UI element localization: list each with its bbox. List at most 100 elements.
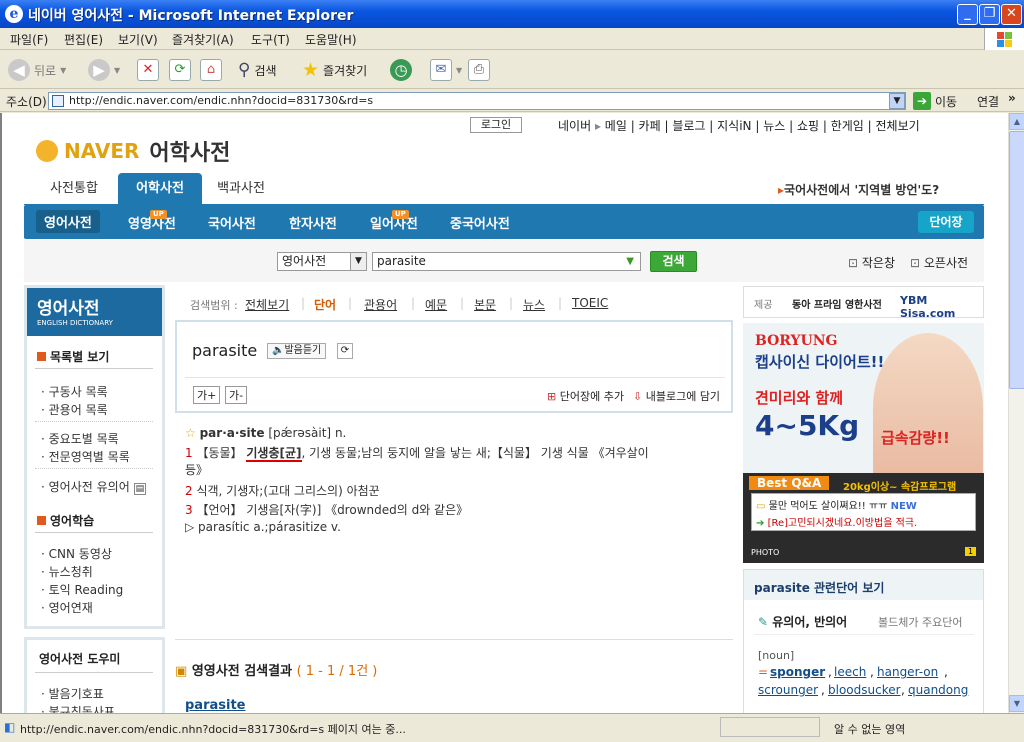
suggest-arrow-icon[interactable]: ▼ (626, 253, 634, 270)
sidebar-link-importance[interactable]: · 중요도별 목록 (41, 430, 119, 447)
synonym-icon: ✎ (758, 615, 769, 629)
range-tab-idiom[interactable]: 관용어 (364, 296, 397, 313)
sub-nav-hanja[interactable]: 한자사전 (289, 213, 337, 232)
close-button[interactable]: ✕ (1001, 4, 1022, 25)
sidebar-link-series[interactable]: · 영어연재 (41, 599, 93, 616)
add-to-wordbook-link[interactable]: ⊞ 단어장에 추가 (547, 388, 624, 404)
toolbar: ◀ 뒤로 ▼ ▶ ▼ ✕ ⟳ ⌂ ⚲ 검색 ★ 즐겨찾기 ◷ ✉ ▼ ⎙ (0, 51, 1024, 89)
menu-help[interactable]: 도움말(H) (305, 31, 357, 48)
address-dropdown-button[interactable]: ▼ (889, 93, 905, 109)
range-label: 검색범위 : (190, 299, 238, 312)
chevron-right-icon[interactable]: » (1008, 91, 1016, 105)
home-icon: ⌂ (200, 59, 222, 81)
save-to-blog-link[interactable]: ⇩ 내블로그에 담기 (633, 388, 720, 404)
forward-button[interactable]: ▶ ▼ (88, 57, 120, 83)
login-button[interactable]: 로그인 (470, 117, 522, 133)
search-submit-button[interactable]: 검색 (650, 251, 697, 272)
top-nav-blog[interactable]: 블로그 (672, 119, 705, 133)
scroll-up-icon[interactable]: ▲ (1009, 113, 1024, 130)
vertical-scrollbar[interactable]: ▲ ▼ (1008, 113, 1024, 713)
sub-nav-english[interactable]: 영어사전 (36, 210, 100, 233)
tab-integrated[interactable]: 사전통합 (38, 173, 110, 204)
related-word-scrounger[interactable]: scrounger (758, 683, 818, 697)
mail-button[interactable]: ✉ ▼ (430, 57, 462, 83)
go-arrow-icon[interactable]: ➔ (913, 92, 931, 110)
sub-nav-chinese[interactable]: 중국어사전 (450, 213, 510, 232)
range-tab-body[interactable]: 본문 (474, 296, 496, 313)
window-title: 네이버 영어사전 - Microsoft Internet Explorer (28, 8, 354, 24)
sidebar-link-irregular[interactable]: · 불규칙동사표 (41, 703, 115, 713)
go-label[interactable]: 이동 (935, 93, 957, 110)
sidebar-section-learning: 영어학습 (37, 512, 94, 529)
search-input[interactable]: parasite ▼ (372, 252, 641, 271)
print-button[interactable]: ⎙ (468, 57, 490, 83)
wordbook-button[interactable]: 단어장 (918, 211, 974, 233)
refresh-button[interactable]: ⟳ (169, 57, 191, 83)
related-word-hanger-on[interactable]: hanger-on (877, 665, 938, 679)
restore-button[interactable]: ❐ (979, 4, 1000, 25)
ee-result-word[interactable]: parasite (185, 698, 246, 713)
sidebar-link-news-listening[interactable]: · 뉴스청취 (41, 563, 93, 580)
font-size-up-button[interactable]: 가+ (193, 386, 221, 404)
definition-3: 3 【언어】 기생음[자(字)] 《drownded의 d와 같은》 (185, 503, 469, 517)
back-button[interactable]: ◀ 뒤로 ▼ (8, 57, 66, 83)
top-nav-kin[interactable]: 지식iN (717, 119, 751, 133)
font-size-down-button[interactable]: 가- (225, 386, 248, 404)
related-word-sponger[interactable]: sponger (770, 665, 825, 679)
address-input[interactable]: http://endic.naver.com/endic.nhn?docid=8… (48, 92, 906, 110)
range-tab-news[interactable]: 뉴스 (523, 296, 545, 313)
provider-donga[interactable]: 동아 프라임 영한사전 (792, 296, 882, 311)
scroll-down-icon[interactable]: ▼ (1009, 695, 1024, 712)
naver-logo[interactable]: NAVER 어학사전 (36, 135, 230, 167)
favorites-button[interactable]: ★ 즐겨찾기 (302, 57, 367, 83)
open-dict-link[interactable]: ⊡ 오픈사전 (910, 254, 968, 271)
related-word-bloodsucker[interactable]: bloodsucker (828, 683, 901, 697)
range-tab-example[interactable]: 예문 (425, 296, 447, 313)
links-label[interactable]: 연결 (977, 93, 999, 110)
scroll-thumb[interactable] (1009, 131, 1024, 389)
sidebar-link-cnn[interactable]: · CNN 동영상 (41, 545, 112, 562)
range-tab-word[interactable]: 단어 (314, 296, 336, 313)
home-button[interactable]: ⌂ (200, 57, 222, 83)
listen-button[interactable]: 🔈발음듣기 (267, 343, 327, 359)
sidebar-link-pronunciation[interactable]: · 발음기호표 (41, 685, 104, 702)
top-nav-shopping[interactable]: 쇼핑 (797, 119, 819, 133)
mini-window-link[interactable]: ⊡ 작은창 (848, 254, 895, 271)
range-tab-all[interactable]: 전체보기 (245, 296, 289, 313)
dict-select[interactable]: 영어사전 ▼ (277, 252, 367, 271)
top-nav-mail[interactable]: 메일 (605, 119, 627, 133)
menu-file[interactable]: 파일(F) (10, 31, 48, 48)
sub-nav-korean[interactable]: 국어사전 (208, 213, 256, 232)
sub-nav-english-english[interactable]: UP 영영사전 (128, 210, 176, 232)
related-word-leech[interactable]: leech (834, 665, 866, 679)
menu-tools[interactable]: 도구(T) (251, 31, 290, 48)
sub-nav-japanese[interactable]: UP 일어사전 (370, 210, 418, 232)
sidebar-link-domain[interactable]: · 전문영역별 목록 (41, 448, 130, 465)
related-word-quandong[interactable]: quandong (908, 683, 968, 697)
sidebar-link-toeic[interactable]: · 토익 Reading (41, 581, 123, 598)
top-nav-cafe[interactable]: 카페 (639, 119, 661, 133)
promo-link[interactable]: ▸국어사전에서 '지역별 방언'도? (778, 181, 939, 198)
menu-favorites[interactable]: 즐겨찾기(A) (172, 31, 234, 48)
ee-results-heading: ▣ 영영사전 검색결과 ( 1 - 1 / 1건 ) (175, 664, 378, 679)
sidebar-link-phrasal[interactable]: · 구동사 목록 (41, 383, 108, 400)
sidebar-link-synonyms[interactable]: · 영어사전 유의어 ▤ (41, 478, 147, 495)
top-nav-news[interactable]: 뉴스 (763, 119, 785, 133)
top-nav-naver[interactable]: 네이버 (558, 119, 591, 133)
history-button[interactable]: ◷ (390, 57, 412, 83)
refresh-icon[interactable]: ⟳ (337, 343, 353, 359)
range-tab-toeic[interactable]: TOEIC (572, 296, 608, 310)
advertisement-banner[interactable]: BORYUNG 캡사이신 다이어트!! 견미리와 함께 4~5Kg 급속감량!!… (743, 323, 984, 563)
sidebar-link-idioms[interactable]: · 관용어 목록 (41, 401, 108, 418)
menu-view[interactable]: 보기(V) (118, 31, 158, 48)
synonym-heading: ✎ 유의어, 반의어 (758, 615, 848, 629)
tab-language[interactable]: 어학사전 (118, 173, 202, 205)
top-nav-all[interactable]: 전체보기 (876, 119, 920, 133)
provider-ybm[interactable]: YBM Sisa.com (900, 294, 983, 320)
minimize-button[interactable]: _ (957, 4, 978, 25)
search-button[interactable]: ⚲ 검색 (238, 57, 277, 83)
stop-button[interactable]: ✕ (137, 57, 159, 83)
tab-encyclopedia[interactable]: 백과사전 (208, 173, 274, 204)
menu-edit[interactable]: 편집(E) (64, 31, 103, 48)
top-nav-hangame[interactable]: 한게임 (831, 119, 864, 133)
